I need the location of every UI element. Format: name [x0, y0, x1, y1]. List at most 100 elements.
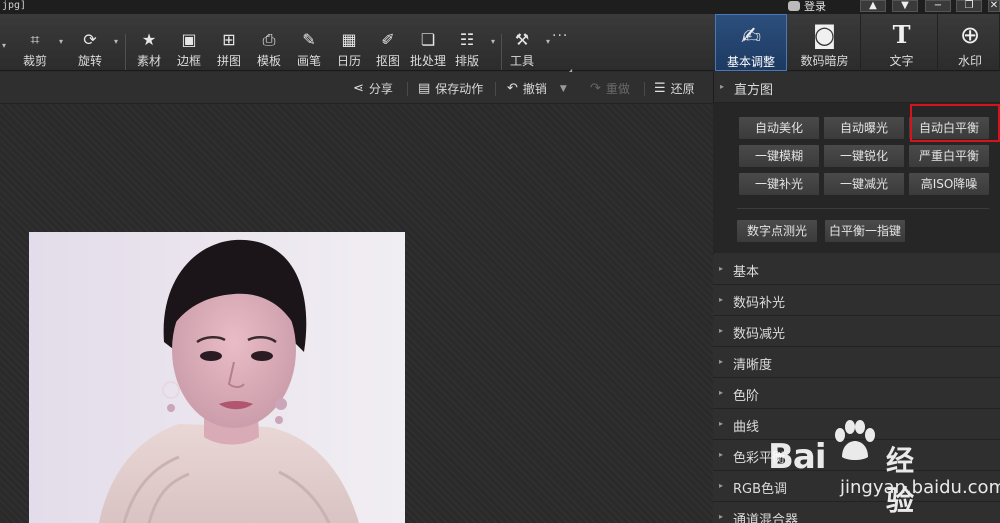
- section-title: 基本: [733, 265, 760, 280]
- chevron-right-icon: ▸: [719, 357, 724, 366]
- restore-icon: ☰: [654, 81, 666, 96]
- rotate-label: 旋转: [77, 54, 102, 68]
- frame-tool[interactable]: ▣ 边框: [169, 30, 209, 70]
- right-tab-bar: ✍ 基本调整 ◙ 数码暗房 T 文字 ⊕ 水印: [713, 14, 1000, 71]
- file-name: jpg]: [2, 0, 27, 11]
- collage-tool[interactable]: ⊞ 拼图: [209, 30, 249, 70]
- cutout-icon: ✐: [381, 30, 395, 49]
- save-action-icon: ▤: [418, 81, 431, 96]
- menu-down-button[interactable]: ▼: [892, 0, 918, 12]
- image-canvas[interactable]: [0, 104, 713, 523]
- restore-button[interactable]: ☰ 还原: [654, 80, 695, 97]
- watermark-url: jingyan.baidu.com: [840, 477, 1000, 498]
- section-title: 清晰度: [733, 358, 773, 373]
- login-button[interactable]: 登录: [788, 0, 826, 14]
- one-click-fill-light-button[interactable]: 一键补光: [738, 172, 820, 196]
- section-histogram[interactable]: ▸ 直方图: [714, 72, 1000, 103]
- redo-label: 重做: [605, 82, 630, 96]
- sticker-icon: ★: [141, 30, 157, 49]
- section-title: 通道混合器: [733, 513, 799, 523]
- chevron-down-icon[interactable]: ▾: [546, 37, 550, 46]
- chevron-right-icon: ▸: [719, 512, 724, 521]
- portrait-photo[interactable]: [29, 232, 405, 523]
- batch-tool[interactable]: ❏ 批处理: [406, 30, 450, 70]
- auto-exposure-button[interactable]: 自动曝光: [823, 116, 905, 140]
- auto-beautify-button[interactable]: 自动美化: [738, 116, 820, 140]
- calendar-tool[interactable]: ▦ 日历: [329, 30, 369, 70]
- section-channel-mixer[interactable]: ▸ 通道混合器: [713, 502, 1000, 523]
- skin-up-button[interactable]: ▲: [860, 0, 886, 12]
- one-click-blur-button[interactable]: 一键模糊: [738, 144, 820, 168]
- layout-tool[interactable]: ☷ 排版 ▾: [447, 30, 495, 70]
- severe-white-balance-button[interactable]: 严重白平衡: [908, 144, 990, 168]
- chevron-right-icon: ▸: [719, 419, 724, 428]
- more-tools-button[interactable]: ···: [552, 28, 568, 44]
- calendar-label: 日历: [336, 54, 361, 68]
- crop-label: 裁剪: [22, 54, 47, 68]
- template-tool[interactable]: ⎙ 模板: [249, 30, 289, 70]
- wrench-tool[interactable]: ⚒ 工具 ▾: [502, 30, 550, 70]
- tab-digital-darkroom[interactable]: ◙ 数码暗房: [789, 14, 861, 71]
- batch-label: 批处理: [409, 54, 446, 68]
- crop-icon: ⌗: [30, 30, 40, 49]
- restore-label: 还原: [670, 82, 695, 96]
- frame-label: 边框: [176, 54, 201, 68]
- chevron-right-icon: ▸: [719, 264, 724, 273]
- tab-watermark[interactable]: ⊕ 水印: [941, 14, 1000, 71]
- tab-label: 文字: [889, 54, 914, 68]
- section-title: 直方图: [734, 83, 774, 98]
- sticker-label: 素材: [136, 54, 161, 68]
- login-label: 登录: [804, 0, 826, 13]
- one-click-sharpen-button[interactable]: 一键锐化: [823, 144, 905, 168]
- undo-label: 撤销: [522, 82, 547, 96]
- restore-button[interactable]: ❐: [956, 0, 982, 12]
- one-click-reduce-light-button[interactable]: 一键减光: [823, 172, 905, 196]
- section-basic[interactable]: ▸ 基本: [713, 254, 1000, 285]
- high-iso-denoise-button[interactable]: 高ISO降噪: [908, 172, 990, 196]
- chevron-right-icon: ▸: [719, 481, 724, 490]
- save-action-button[interactable]: ▤ 保存动作: [418, 80, 483, 97]
- crop-tool[interactable]: ⌗ 裁剪 ▾: [15, 30, 63, 70]
- annotation-highlight: [910, 104, 1000, 142]
- wrench-icon: ⚒: [514, 30, 530, 49]
- section-fill-light[interactable]: ▸ 数码补光: [713, 285, 1000, 316]
- title-bar: jpg] 登录 ▲ ▼ − ❐ ✕: [0, 0, 1000, 14]
- chevron-down-icon[interactable]: ▾: [2, 41, 6, 50]
- camera-icon: ◙: [812, 21, 837, 49]
- section-title: 曲线: [733, 420, 760, 435]
- chevron-right-icon: ▸: [720, 82, 725, 91]
- chevron-down-icon[interactable]: ▾: [59, 37, 63, 46]
- chevron-right-icon: ▸: [719, 388, 724, 397]
- user-icon: [788, 1, 800, 11]
- share-button[interactable]: ⋖ 分享: [353, 80, 393, 97]
- section-title: RGB色调: [733, 482, 788, 497]
- tab-text[interactable]: T 文字: [866, 14, 938, 71]
- brush-label: 画笔: [296, 54, 321, 68]
- watermark-icon: ⊕: [959, 21, 981, 49]
- text-icon: T: [892, 20, 911, 49]
- cutout-tool[interactable]: ✐ 抠图: [368, 30, 408, 70]
- section-levels[interactable]: ▸ 色阶: [713, 378, 1000, 409]
- chevron-right-icon: ▸: [719, 326, 724, 335]
- chevron-down-icon[interactable]: ▾: [114, 37, 118, 46]
- section-clarity[interactable]: ▸ 清晰度: [713, 347, 1000, 378]
- sticker-tool[interactable]: ★ 素材: [129, 30, 169, 70]
- main-toolbar: ▾ ⌗ 裁剪 ▾ ⟳ 旋转 ▾ ★ 素材 ▣ 边框 ⊞ 拼图 ⎙ 模板 ✎ 画笔…: [0, 14, 713, 76]
- template-icon: ⎙: [262, 30, 276, 49]
- chevron-down-icon[interactable]: ▼: [560, 84, 567, 94]
- layout-label: 排版: [454, 54, 479, 68]
- close-button[interactable]: ✕: [988, 0, 1000, 12]
- section-reduce-light[interactable]: ▸ 数码减光: [713, 316, 1000, 347]
- brush-tool[interactable]: ✎ 画笔: [289, 30, 329, 70]
- redo-icon: ↷: [590, 81, 601, 96]
- section-title: 色阶: [733, 389, 760, 404]
- white-balance-picker-button[interactable]: 白平衡一指键: [824, 219, 906, 243]
- save-action-label: 保存动作: [435, 82, 484, 96]
- minimize-button[interactable]: −: [925, 0, 951, 12]
- undo-button[interactable]: ↶ 撤销 ▼: [507, 80, 567, 97]
- rotate-tool[interactable]: ⟳ 旋转 ▾: [70, 30, 118, 70]
- spot-metering-button[interactable]: 数字点测光: [736, 219, 818, 243]
- chevron-down-icon[interactable]: ▾: [491, 37, 495, 46]
- redo-button[interactable]: ↷ 重做: [590, 80, 630, 97]
- tab-basic-adjust[interactable]: ✍ 基本调整: [715, 14, 787, 71]
